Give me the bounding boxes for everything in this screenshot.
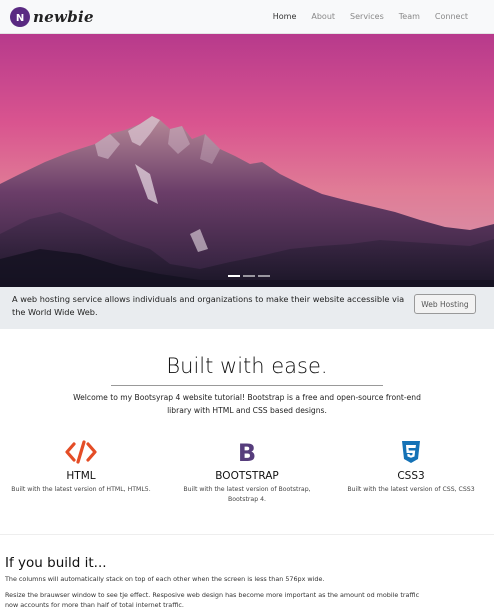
navbar: N newbie Home About Services Team Connec… xyxy=(0,0,494,34)
nav-link-team[interactable]: Team xyxy=(399,12,420,21)
html5-icon xyxy=(6,440,156,464)
nav-link-services[interactable]: Services xyxy=(350,12,384,21)
carousel-indicator[interactable] xyxy=(243,275,255,277)
svg-text:N: N xyxy=(16,13,24,24)
nav-link-home[interactable]: Home xyxy=(273,12,297,21)
web-hosting-button[interactable]: Web Hosting xyxy=(414,294,476,314)
heading-divider xyxy=(111,385,383,386)
section-paragraph: The columns will automatically stack on … xyxy=(5,575,325,583)
svg-text:B: B xyxy=(238,440,256,464)
jumbotron-text: A web hosting service allows individuals… xyxy=(12,294,405,317)
feature-bootstrap: B BOOTSTRAP Built with the latest versio… xyxy=(172,440,322,505)
carousel-indicator[interactable] xyxy=(258,275,270,277)
feature-description: Built with the latest version of CSS, CS… xyxy=(347,486,475,493)
feature-css3: CSS3 Built with the latest version of CS… xyxy=(336,440,486,495)
welcome-heading: Built with ease. xyxy=(166,354,328,378)
welcome-lead: Welcome to my Bootsyrap 4 website tutori… xyxy=(73,393,421,415)
section-heading: If you build it... xyxy=(5,555,107,571)
feature-title: BOOTSTRAP xyxy=(215,470,279,482)
bootstrap-icon: B xyxy=(172,440,322,464)
css3-icon xyxy=(336,440,486,464)
feature-description: Built with the latest version of HTML, H… xyxy=(11,486,151,493)
nav-link-about[interactable]: About xyxy=(311,12,335,21)
carousel-indicator[interactable] xyxy=(228,275,240,277)
feature-title: HTML xyxy=(66,470,96,482)
section-divider xyxy=(0,534,494,535)
brand-name: newbie xyxy=(33,8,94,26)
feature-title: CSS3 xyxy=(397,470,425,482)
nav-link-connect[interactable]: Connect xyxy=(435,12,468,21)
brand[interactable]: N newbie xyxy=(10,7,94,27)
feature-description: Built with the latest version of Bootstr… xyxy=(183,486,311,503)
feature-html: HTML Built with the latest version of HT… xyxy=(6,440,156,495)
brand-logo-icon: N xyxy=(10,7,30,27)
section-paragraph: Resize the brauwser window to see tje ef… xyxy=(5,591,420,609)
nav-links: Home About Services Team Connect xyxy=(258,12,468,21)
carousel-slide-image xyxy=(0,34,494,287)
carousel-indicators xyxy=(228,275,270,277)
